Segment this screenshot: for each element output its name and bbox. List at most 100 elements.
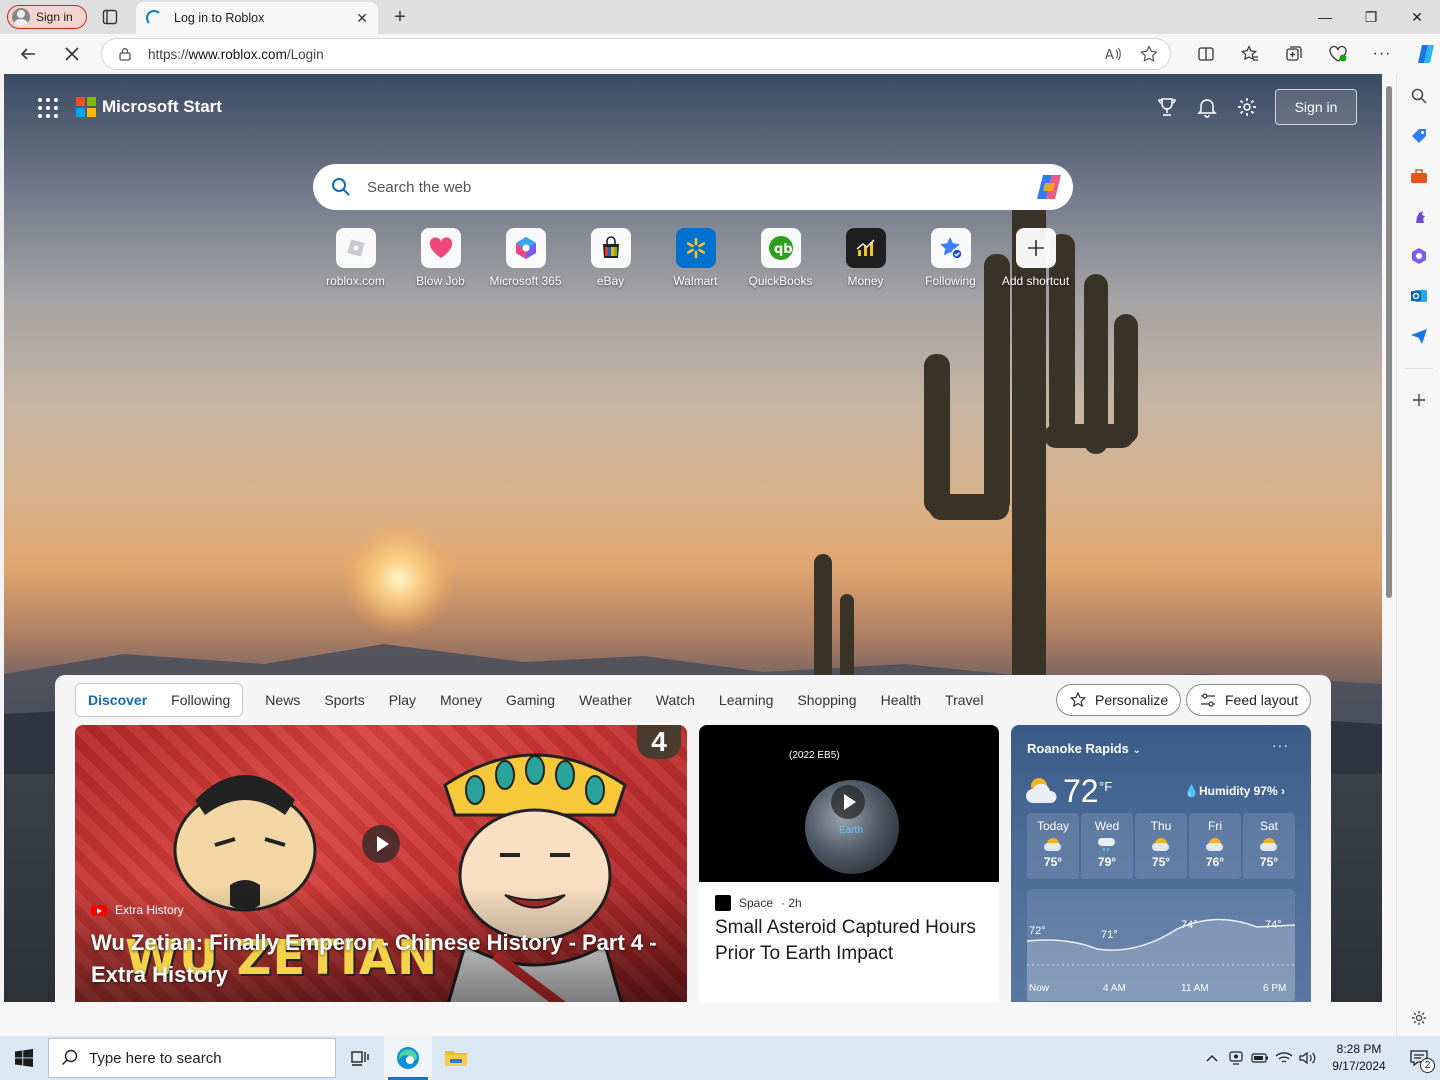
back-button[interactable] xyxy=(11,37,45,71)
tab-weather[interactable]: Weather xyxy=(567,692,644,708)
sidebar-tools-button[interactable] xyxy=(1409,166,1429,186)
taskbar-clock[interactable]: 8:28 PM 9/17/2024 xyxy=(1320,1041,1398,1075)
weather-more-button[interactable]: ··· xyxy=(1272,737,1289,753)
taskbar-edge-button[interactable] xyxy=(384,1036,432,1080)
notifications-button[interactable] xyxy=(1194,94,1220,120)
hourly-temperature-graph[interactable]: 72° 71° 74° 74° Now 4 AM 11 AM 6 PM xyxy=(1027,889,1295,1001)
collections-button[interactable] xyxy=(1272,37,1316,71)
start-button[interactable] xyxy=(0,1036,48,1080)
tab-money[interactable]: Money xyxy=(428,692,494,708)
news-feed: Discover Following News Sports Play Mone… xyxy=(55,675,1331,1002)
tab-shopping[interactable]: Shopping xyxy=(785,692,868,708)
app-launcher-icon[interactable] xyxy=(38,98,58,118)
favorite-star-icon[interactable] xyxy=(1140,45,1158,63)
rewards-button[interactable] xyxy=(1154,94,1180,120)
tab-news[interactable]: News xyxy=(253,692,312,708)
tab-actions-button[interactable] xyxy=(97,4,123,30)
tray-volume-button[interactable] xyxy=(1296,1036,1320,1080)
sidebar-shopping-button[interactable] xyxy=(1409,126,1429,146)
shortcut-ebay[interactable]: eBay xyxy=(568,228,653,288)
sidebar-add-button[interactable] xyxy=(1409,390,1429,410)
task-view-button[interactable] xyxy=(336,1036,384,1080)
tab-learning[interactable]: Learning xyxy=(707,692,786,708)
profile-button[interactable]: Sign in xyxy=(7,5,87,29)
copilot-search-icon[interactable] xyxy=(1033,171,1065,203)
microsoft-start-logo[interactable]: Microsoft Start xyxy=(76,97,222,117)
sidebar-m365-button[interactable] xyxy=(1409,246,1429,266)
shortcut-roblox[interactable]: roblox.com xyxy=(313,228,398,288)
close-window-button[interactable]: ✕ xyxy=(1394,0,1440,34)
tab-health[interactable]: Health xyxy=(869,692,933,708)
web-search-box[interactable]: Search the web xyxy=(313,164,1073,210)
shortcut-blow-job[interactable]: Blow Job xyxy=(398,228,483,288)
tab-following[interactable]: Following xyxy=(159,692,242,708)
read-aloud-icon[interactable]: A xyxy=(1104,45,1122,63)
taskbar-file-explorer-button[interactable] xyxy=(432,1036,480,1080)
tab-play[interactable]: Play xyxy=(377,692,428,708)
personalize-button[interactable]: Personalize xyxy=(1056,684,1182,716)
sidebar-games-button[interactable] xyxy=(1409,206,1429,226)
tab-truncated[interactable]: Tr xyxy=(995,692,1003,708)
featured-video-card[interactable]: 4 WU ZETIAN Extra History Wu Zetian: Fin… xyxy=(75,725,687,1002)
toolbox-icon xyxy=(1411,169,1427,183)
play-asteroid-video-button[interactable] xyxy=(831,785,865,819)
feed-layout-button[interactable]: Feed layout xyxy=(1186,684,1312,716)
settings-button[interactable] xyxy=(1234,94,1260,120)
play-video-button[interactable] xyxy=(362,825,400,863)
shortcut-quickbooks[interactable]: qb QuickBooks xyxy=(738,228,823,288)
sidebar-drop-button[interactable] xyxy=(1409,326,1429,346)
address-bar[interactable]: https://www.roblox.com/Login A xyxy=(101,38,1171,70)
weather-location[interactable]: Roanoke Rapids ⌄ xyxy=(1027,741,1141,756)
new-tab-button[interactable]: + xyxy=(388,5,412,29)
featured-headline[interactable]: Wu Zetian: Finally Emperor - Chinese His… xyxy=(91,927,681,991)
forecast-day[interactable]: Sat 75° xyxy=(1243,813,1295,879)
news-card-asteroid[interactable]: (2022 EB5) Earth Space · 2h Small Astero… xyxy=(699,725,999,1002)
copilot-button[interactable] xyxy=(1404,37,1440,71)
notification-count-badge: 2 xyxy=(1420,1058,1435,1073)
lock-icon[interactable] xyxy=(118,47,132,61)
tray-webcam-button[interactable] xyxy=(1224,1036,1248,1080)
tray-battery-button[interactable] xyxy=(1248,1036,1272,1080)
tab-title: Log in to Roblox xyxy=(174,11,265,25)
humidity-readout[interactable]: 💧Humidity 97% › xyxy=(1184,784,1285,798)
favorites-button[interactable] xyxy=(1228,37,1272,71)
tray-network-button[interactable] xyxy=(1272,1036,1296,1080)
tab-travel[interactable]: Travel xyxy=(933,692,995,708)
shortcut-following[interactable]: Following xyxy=(908,228,993,288)
weather-card[interactable]: Roanoke Rapids ⌄ ··· 72 °F 💧Humidity 97%… xyxy=(1011,725,1311,1002)
notification-center-button[interactable]: 2 xyxy=(1398,1036,1440,1080)
show-hidden-icons-button[interactable] xyxy=(1200,1036,1224,1080)
shortcut-money[interactable]: Money xyxy=(823,228,908,288)
close-tab-icon[interactable]: ✕ xyxy=(356,10,368,27)
sidebar-search-button[interactable] xyxy=(1409,86,1429,106)
sidebar-settings-button[interactable] xyxy=(1409,1008,1429,1028)
page-scrollbar[interactable] xyxy=(1382,74,1396,1002)
split-screen-button[interactable] xyxy=(1184,37,1228,71)
scrollbar-thumb[interactable] xyxy=(1386,86,1392,598)
shortcut-microsoft-365[interactable]: Microsoft 365 xyxy=(483,228,568,288)
taskbar-search-box[interactable]: Type here to search xyxy=(48,1038,336,1078)
browser-essentials-button[interactable] xyxy=(1316,37,1360,71)
restore-button[interactable]: ❐ xyxy=(1348,0,1394,34)
minimize-button[interactable]: — xyxy=(1302,0,1348,34)
tab-discover[interactable]: Discover xyxy=(76,692,159,708)
sidebar-outlook-button[interactable] xyxy=(1409,286,1429,306)
ms-sign-in-button[interactable]: Sign in xyxy=(1275,89,1357,125)
shortcut-add[interactable]: Add shortcut xyxy=(993,228,1078,288)
stop-loading-button[interactable] xyxy=(55,37,89,71)
following-icon xyxy=(939,237,963,260)
tab-active[interactable]: Log in to Roblox ✕ xyxy=(136,2,378,34)
shortcut-walmart[interactable]: Walmart xyxy=(653,228,738,288)
sliders-icon xyxy=(1201,693,1215,707)
forecast-day[interactable]: Today 75° xyxy=(1027,813,1079,879)
tab-watch[interactable]: Watch xyxy=(644,692,707,708)
forecast-day[interactable]: Thu 75° xyxy=(1135,813,1187,879)
forecast-day[interactable]: Wed 79° xyxy=(1081,813,1133,879)
forecast-day[interactable]: Fri 76° xyxy=(1189,813,1241,879)
send-icon xyxy=(1411,329,1427,344)
tab-sports[interactable]: Sports xyxy=(312,692,376,708)
asteroid-headline[interactable]: Small Asteroid Captured Hours Prior To E… xyxy=(715,915,985,967)
more-menu-button[interactable]: ··· xyxy=(1360,37,1404,71)
tab-gaming[interactable]: Gaming xyxy=(494,692,567,708)
plus-icon xyxy=(1027,240,1044,256)
